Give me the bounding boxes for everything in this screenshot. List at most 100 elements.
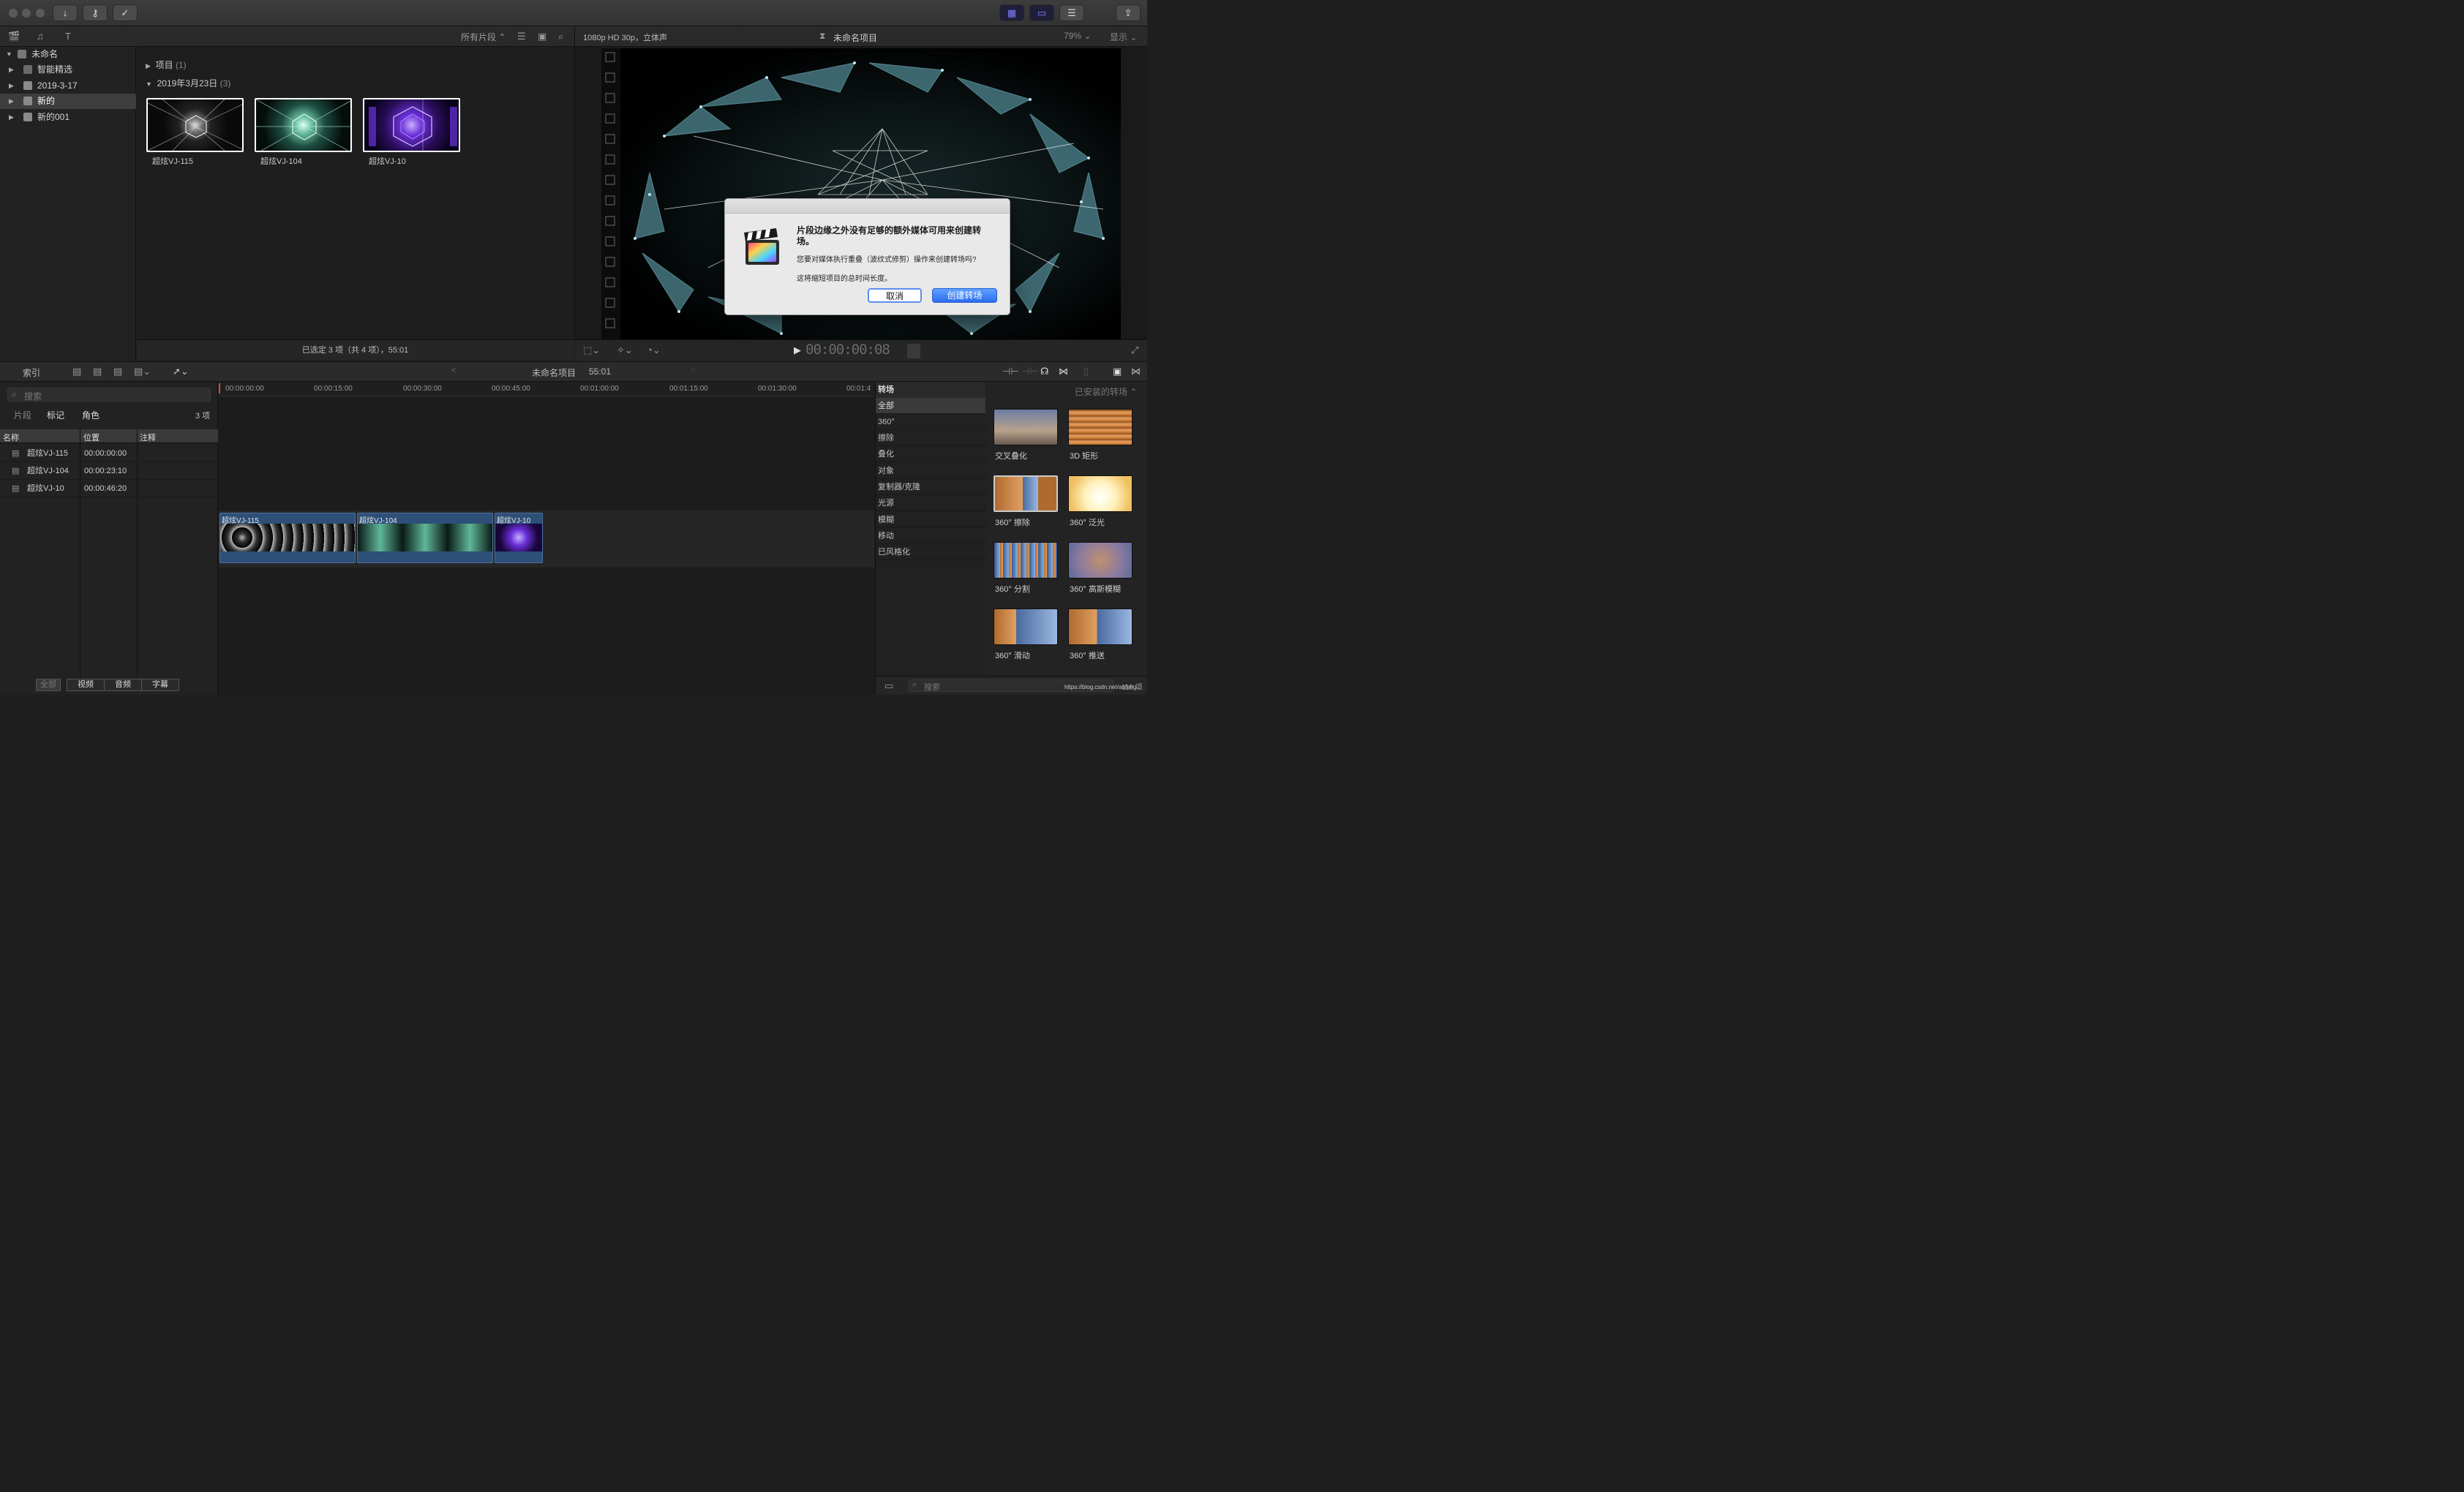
group-projects[interactable]: ▶ 项目 (1) bbox=[146, 59, 187, 71]
library-root[interactable]: ▼ 未命名 bbox=[0, 47, 136, 62]
enhance-icon[interactable]: ✧⌄ bbox=[617, 344, 633, 356]
back-icon[interactable]: < bbox=[451, 366, 456, 375]
category-stylized[interactable]: 已风格化 bbox=[876, 544, 986, 561]
share-button[interactable]: ⇪ bbox=[1116, 4, 1141, 22]
cancel-button[interactable]: 取消 bbox=[868, 288, 923, 304]
overwrite-clip-icon[interactable]: ▤⌄ bbox=[134, 366, 151, 377]
timeline-clip[interactable]: 超炫VJ-10 bbox=[495, 513, 544, 564]
transition-thumb[interactable] bbox=[1068, 475, 1133, 513]
library-item-event-new[interactable]: ▶ 新的 bbox=[0, 94, 137, 110]
show-inspector-button[interactable]: ☰ bbox=[1059, 4, 1085, 22]
minimize-window-button[interactable] bbox=[22, 9, 31, 18]
tab-markers[interactable]: 标记 bbox=[47, 409, 64, 421]
timeline-clip[interactable]: 超炫VJ-115 bbox=[219, 513, 356, 564]
disclosure-closed-icon[interactable]: ▶ bbox=[9, 94, 14, 109]
show-timeline-button[interactable]: ▭ bbox=[1029, 4, 1055, 22]
index-search-field[interactable]: ⌕ 搜索 bbox=[7, 388, 211, 402]
libraries-icon[interactable]: 🎬 bbox=[8, 31, 20, 42]
transitions-browser-icon[interactable]: ⋈ bbox=[1131, 366, 1141, 377]
category-wipes[interactable]: 擦除 bbox=[876, 430, 986, 447]
show-browser-button[interactable]: ▦ bbox=[999, 4, 1025, 22]
keywords-button[interactable]: ⚷ bbox=[83, 4, 108, 22]
fullscreen-icon[interactable]: ⤢ bbox=[1131, 344, 1138, 356]
installed-transitions-dropdown[interactable]: 已安装的转场 ⌃ bbox=[1075, 385, 1137, 398]
filmstrip-icon[interactable]: ▣ bbox=[538, 31, 546, 42]
library-item-event-2019[interactable]: ▶ 2019-3-17 bbox=[0, 78, 136, 94]
column-position-header[interactable]: 位置 bbox=[83, 432, 99, 443]
transition-thumb[interactable] bbox=[1068, 409, 1133, 446]
forward-icon[interactable]: > bbox=[691, 366, 695, 375]
clip-appearance-icon[interactable]: ☰ bbox=[517, 31, 526, 42]
disclosure-open-icon[interactable]: ▼ bbox=[146, 80, 152, 88]
category-objects[interactable]: 对象 bbox=[876, 463, 986, 480]
category-movements[interactable]: 移动 bbox=[876, 528, 986, 545]
background-tasks-button[interactable]: ✓ bbox=[113, 4, 138, 22]
column-notes-header[interactable]: 注释 bbox=[140, 432, 156, 443]
transition-thumb[interactable] bbox=[1068, 542, 1133, 579]
table-row[interactable]: ▤ 超炫VJ-104 00:00:23:10 bbox=[0, 462, 219, 481]
transition-thumb[interactable] bbox=[994, 409, 1059, 446]
category-dissolves[interactable]: 叠化 bbox=[876, 446, 986, 463]
effects-browser-icon[interactable]: ▣ bbox=[1113, 366, 1122, 377]
clip-skimming-icon[interactable]: ⊣⊢ bbox=[1002, 366, 1019, 377]
transition-thumb[interactable] bbox=[994, 609, 1059, 646]
snapping-icon[interactable]: ⋈ bbox=[1059, 366, 1068, 377]
column-name-header[interactable]: 名称 bbox=[3, 432, 19, 443]
transform-icon[interactable]: ⬚⌄ bbox=[583, 344, 600, 356]
library-item-event-new001[interactable]: ▶ 新的001 bbox=[0, 110, 136, 125]
disclosure-open-icon[interactable]: ▼ bbox=[6, 47, 12, 62]
category-all[interactable]: 全部 bbox=[876, 398, 986, 415]
append-clip-icon[interactable]: ▤ bbox=[113, 366, 122, 377]
disclosure-closed-icon[interactable]: ▶ bbox=[9, 78, 14, 94]
clip-filter-dropdown[interactable]: 所有片段 ⌃ bbox=[461, 31, 506, 43]
insert-clip-icon[interactable]: ▤ bbox=[93, 366, 102, 377]
tab-roles[interactable]: 角色 bbox=[82, 409, 99, 421]
browser-clip-thumb[interactable] bbox=[363, 98, 461, 153]
filter-captions-button[interactable]: 字幕 bbox=[141, 679, 180, 692]
close-window-button[interactable] bbox=[9, 9, 18, 18]
playhead[interactable] bbox=[219, 383, 221, 394]
filter-all-button[interactable]: 全部 bbox=[36, 679, 61, 692]
category-replicator[interactable]: 复制器/克隆 bbox=[876, 479, 986, 496]
disclosure-closed-icon[interactable]: ▶ bbox=[146, 62, 151, 69]
timecode-value: 00:00:00:08 bbox=[805, 342, 890, 358]
category-360[interactable]: 360° bbox=[876, 414, 986, 431]
library-item-smart-collections[interactable]: ▶ 智能精选 bbox=[0, 62, 136, 78]
disclosure-closed-icon[interactable]: ▶ bbox=[9, 62, 14, 78]
group-date[interactable]: ▼ 2019年3月23日 (3) bbox=[146, 77, 230, 89]
row-position: 00:00:23:10 bbox=[84, 467, 127, 476]
transition-thumb[interactable] bbox=[994, 475, 1059, 513]
clip-appearance-timeline-icon[interactable]: ▯ bbox=[1083, 366, 1089, 377]
table-row[interactable]: ▤ 超炫VJ-10 00:00:46:20 bbox=[0, 480, 219, 498]
timeline-ruler[interactable]: 00:00:00:00 00:00:15:00 00:00:30:00 00:0… bbox=[219, 382, 875, 397]
display-dropdown[interactable]: 显示 ⌄ bbox=[1110, 31, 1137, 43]
transition-thumb[interactable] bbox=[1068, 609, 1133, 646]
retime-icon[interactable]: ◔⌄ bbox=[647, 344, 661, 356]
zoom-dropdown[interactable]: 79% ⌄ bbox=[1064, 31, 1091, 41]
titles-generators-icon[interactable]: T bbox=[65, 31, 71, 42]
tab-clips[interactable]: 片段 bbox=[14, 409, 31, 421]
timeline-clip[interactable]: 超炫VJ-104 bbox=[357, 513, 494, 564]
row-name: 超炫VJ-115 bbox=[27, 449, 69, 459]
photos-audio-icon[interactable]: ♫ bbox=[37, 31, 44, 42]
import-button[interactable]: ↓ bbox=[53, 4, 78, 22]
table-row[interactable]: ▤ 超炫VJ-115 00:00:00:00 bbox=[0, 445, 219, 463]
search-icon[interactable]: ⌕ bbox=[558, 31, 563, 42]
zoom-window-button[interactable] bbox=[36, 9, 45, 18]
disclosure-closed-icon[interactable]: ▶ bbox=[9, 110, 14, 125]
play-icon[interactable]: ▶ bbox=[794, 344, 801, 356]
category-lights[interactable]: 光源 bbox=[876, 495, 986, 512]
browser-clip-thumb[interactable] bbox=[255, 98, 353, 153]
headphones-icon[interactable]: ☊ bbox=[1040, 366, 1049, 377]
sidebar-toggle-icon[interactable]: ▭ bbox=[884, 680, 893, 692]
transition-thumb[interactable] bbox=[994, 542, 1059, 579]
filter-video-button[interactable]: 视频 bbox=[67, 679, 105, 692]
category-blurs[interactable]: 模糊 bbox=[876, 512, 986, 529]
timeline-index-button[interactable]: 索引 bbox=[23, 366, 40, 379]
connect-clip-icon[interactable]: ▤ bbox=[72, 366, 81, 377]
browser-clip-thumb[interactable] bbox=[146, 98, 244, 153]
select-tool-icon[interactable]: ➚⌄ bbox=[173, 366, 189, 377]
create-transition-button[interactable]: 创建转场 bbox=[932, 288, 998, 304]
skimming-icon[interactable]: ⊣⊢ bbox=[1021, 366, 1038, 377]
filter-audio-button[interactable]: 音频 bbox=[104, 679, 143, 692]
